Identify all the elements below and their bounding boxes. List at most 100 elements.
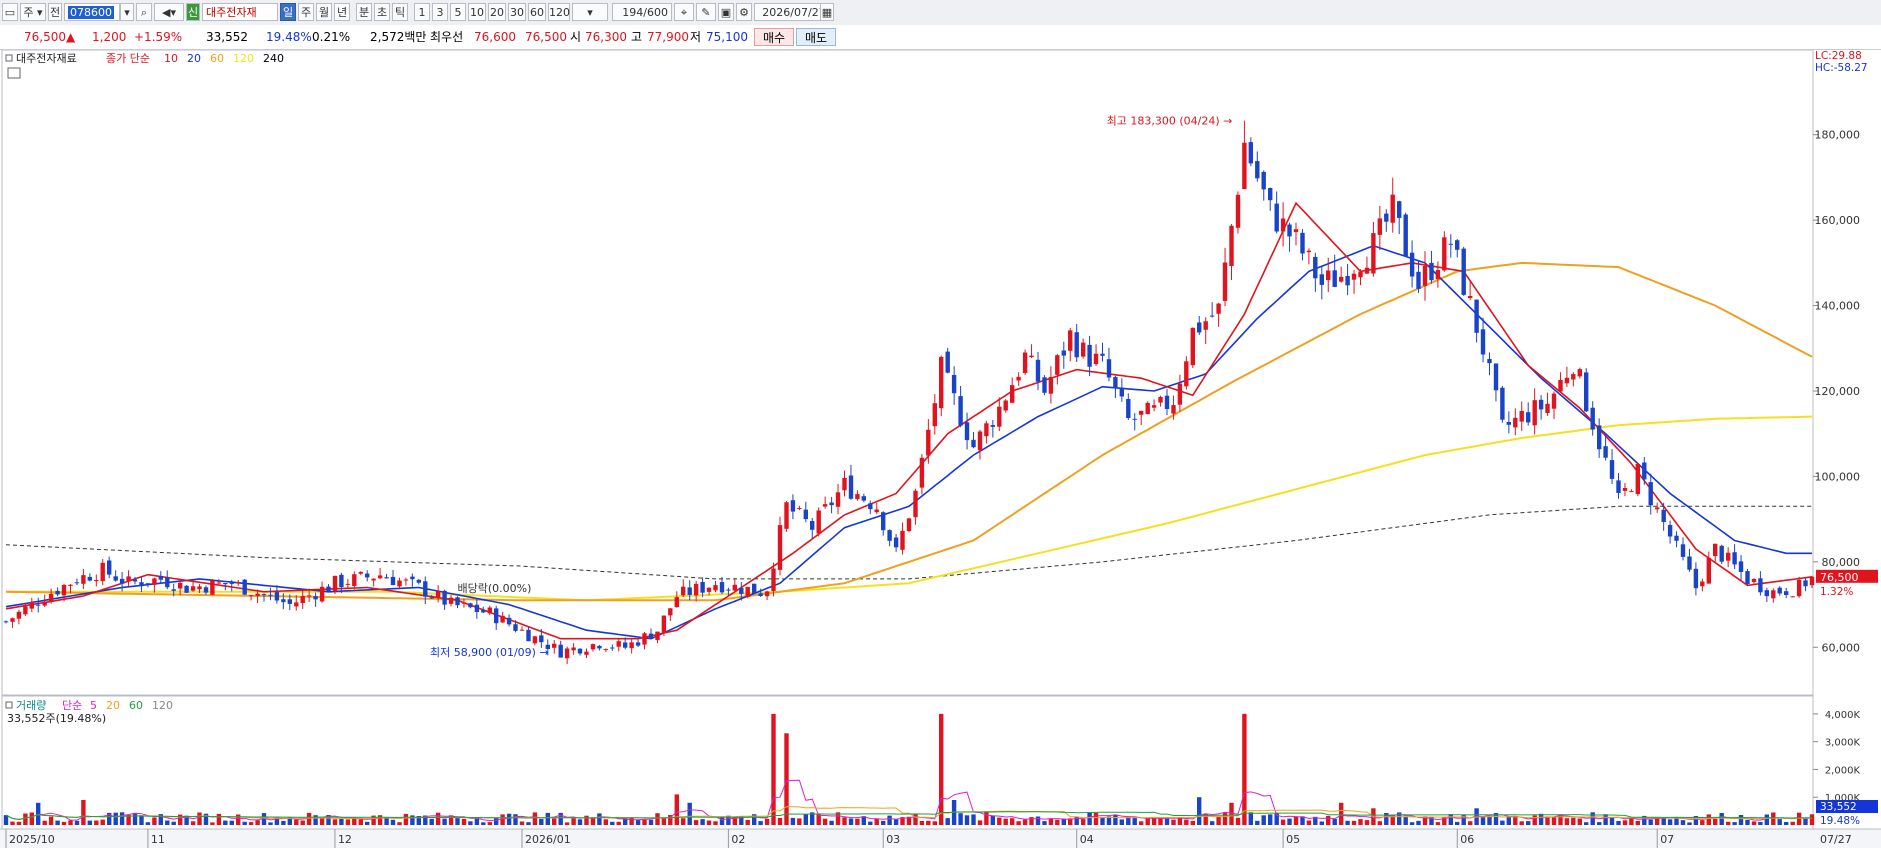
volume-bar (236, 814, 241, 825)
crosshair-icon[interactable]: ⌖ (674, 3, 694, 21)
candle-body (326, 586, 331, 591)
interval-60[interactable]: 60 (528, 3, 546, 21)
volume-bar (1468, 821, 1473, 825)
custom-interval-select[interactable]: ▾ (572, 3, 608, 21)
candle-body (23, 606, 28, 615)
interval-120[interactable]: 120 (548, 3, 570, 21)
sound-icon[interactable]: ◀▾ (154, 3, 184, 21)
volume-bar (1435, 822, 1441, 825)
candle-body (532, 636, 538, 644)
sell-button[interactable]: 매도 (796, 28, 836, 46)
price-chart[interactable]: 60,000 80,000 100,000 120,000 140,000 160,000… (0, 50, 1881, 848)
candle-body (313, 596, 318, 600)
quote-bar: 76,500 ▲ 1,200 +1.59% 33,552 19.48% 0.21… (0, 25, 1881, 50)
buy-button[interactable]: 매수 (754, 28, 794, 46)
candle-body (1390, 194, 1395, 223)
volume-bar (242, 821, 247, 825)
volume-bar (94, 820, 99, 825)
candle-body (739, 587, 744, 594)
volume-bar (977, 820, 983, 825)
volume-bar (281, 820, 286, 825)
save-icon[interactable]: ▣ (718, 3, 734, 21)
count-field[interactable]: 194/600 (612, 3, 672, 21)
candle-body (945, 351, 950, 373)
candle-body (906, 518, 912, 532)
volume-bar (1635, 821, 1640, 825)
volume-bar (700, 819, 705, 825)
period-month-label: 월 (318, 6, 330, 19)
candle-body (693, 583, 699, 596)
volume-bar (165, 820, 170, 825)
volume-bar (1738, 815, 1744, 825)
candle-body (1532, 400, 1537, 426)
volume-bar (1726, 821, 1731, 825)
candle-body (1648, 482, 1653, 506)
interval-3[interactable]: 3 (432, 3, 448, 21)
calendar-icon[interactable]: ▦ (820, 3, 834, 21)
volume-bar (1003, 818, 1008, 825)
volume-bar (1713, 818, 1718, 825)
volume-bar (294, 819, 299, 825)
candle-body (55, 590, 60, 595)
volume-bar (1358, 819, 1363, 825)
candle-body (1422, 266, 1428, 286)
volume-bar (713, 821, 718, 825)
volume-bar (390, 819, 396, 825)
interval-10[interactable]: 10 (468, 3, 486, 21)
candle-body (1796, 579, 1802, 597)
price-legend-ma-60: 60 (210, 52, 224, 65)
candle-body (481, 609, 486, 613)
volume-bar (784, 733, 789, 825)
volume-bar (1745, 819, 1750, 825)
interval-5[interactable]: 5 (450, 3, 466, 21)
candle-body (1210, 315, 1215, 317)
interval-20[interactable]: 20 (488, 3, 506, 21)
volume-bar (229, 820, 234, 825)
period-second[interactable]: 초 (374, 3, 390, 21)
volume-bar (616, 821, 621, 825)
period-day[interactable]: 일 (280, 3, 296, 21)
interval-1[interactable]: 1 (414, 3, 430, 21)
y-tick-label: 140,000 (1815, 300, 1861, 313)
interval-30[interactable]: 30 (508, 3, 526, 21)
volume-bar (61, 821, 67, 825)
period-tick[interactable]: 틱 (392, 3, 408, 21)
gear-icon[interactable]: ⚙ (736, 3, 752, 21)
chevron-down-icon[interactable]: ▾ (120, 3, 134, 21)
candle-body (377, 575, 383, 579)
volume-summary: 33,552주(19.48%) (7, 712, 106, 725)
high-label: 고 (631, 30, 643, 44)
volume-bar (1564, 818, 1570, 825)
candle-body (48, 593, 54, 602)
candle-body (1564, 377, 1570, 384)
x-tick-label: 04 (1080, 833, 1094, 846)
draw-tool-icon[interactable]: ✎ (696, 3, 716, 21)
search-icon[interactable]: ⌕ (136, 3, 152, 21)
scope-select[interactable]: 전 (48, 3, 62, 21)
volume-value: 33,552 (206, 30, 248, 44)
layout-icon[interactable]: ▭ (2, 3, 18, 21)
candle-body (745, 586, 750, 597)
stock-code-input[interactable]: 078600 (64, 3, 120, 21)
volume-bar (1506, 816, 1511, 825)
period-minute[interactable]: 분 (356, 3, 372, 21)
period-week[interactable]: 주 (298, 3, 314, 21)
volume-bar (939, 713, 944, 825)
market-type-select[interactable]: 주 ▾ (20, 3, 46, 21)
volume-bar (603, 819, 608, 825)
candle-body (384, 577, 389, 579)
period-year[interactable]: 년 (334, 3, 350, 21)
candle-body (752, 583, 757, 594)
volume-bar (803, 814, 808, 825)
volume-legend-ma-60: 60 (129, 699, 143, 712)
volume-bar (1526, 821, 1531, 825)
volume-bar (797, 818, 802, 825)
candle-body (984, 423, 989, 437)
stock-name-field[interactable]: 대주전자재 (202, 3, 278, 21)
volume-bar (887, 815, 892, 825)
candle-body (571, 647, 576, 651)
period-month[interactable]: 월 (316, 3, 332, 21)
candle-body (958, 396, 963, 426)
volume-bar (1293, 817, 1299, 825)
candle-body (1461, 248, 1466, 295)
